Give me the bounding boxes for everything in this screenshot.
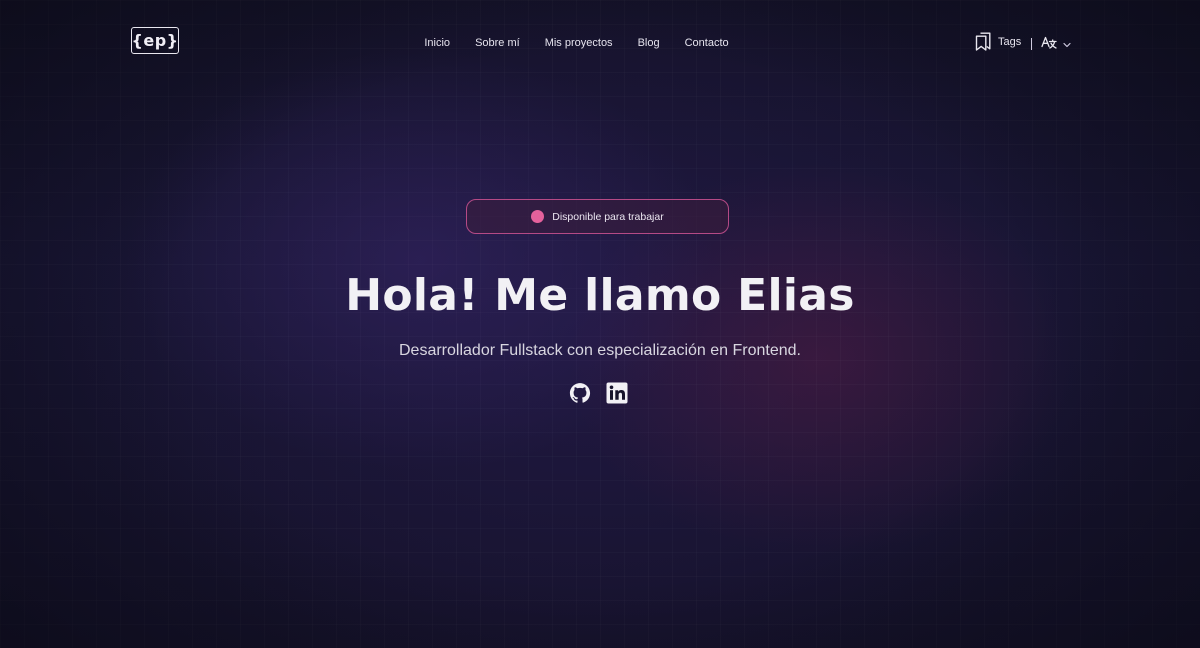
hero-subtitle: Desarrollador Fullstack con especializac… — [399, 342, 801, 359]
linkedin-link[interactable] — [606, 382, 630, 404]
tags-button[interactable]: Tags — [975, 32, 1021, 56]
github-icon — [568, 383, 592, 408]
github-link[interactable] — [568, 382, 592, 404]
nav-link-inicio[interactable]: Inicio — [424, 35, 450, 51]
nav-link-contacto[interactable]: Contacto — [685, 35, 729, 51]
social-links — [568, 382, 630, 404]
status-dot — [531, 210, 545, 223]
availability-badge: Disponible para trabajar — [466, 199, 729, 234]
nav-link-mis-proyectos[interactable]: Mis proyectos — [545, 35, 613, 51]
translate-icon — [1041, 35, 1057, 54]
linkedin-icon — [606, 382, 628, 408]
header-tools: Tags — [975, 32, 1071, 56]
hero-title: Hola! Me llamo Elias — [345, 270, 855, 321]
chevron-down-icon — [1063, 35, 1071, 53]
tags-label: Tags — [998, 36, 1022, 48]
nav-link-blog[interactable]: Blog — [638, 35, 660, 51]
language-selector[interactable] — [1041, 35, 1071, 54]
bookmarks-icon — [975, 32, 992, 56]
nav-link-sobre-mi[interactable]: Sobre mí — [475, 35, 520, 51]
header-divider — [1031, 38, 1033, 50]
availability-text: Disponible para trabajar — [552, 210, 664, 223]
site-header: {ep} Inicio Sobre mí Mis proyectos Blog … — [0, 0, 1200, 86]
